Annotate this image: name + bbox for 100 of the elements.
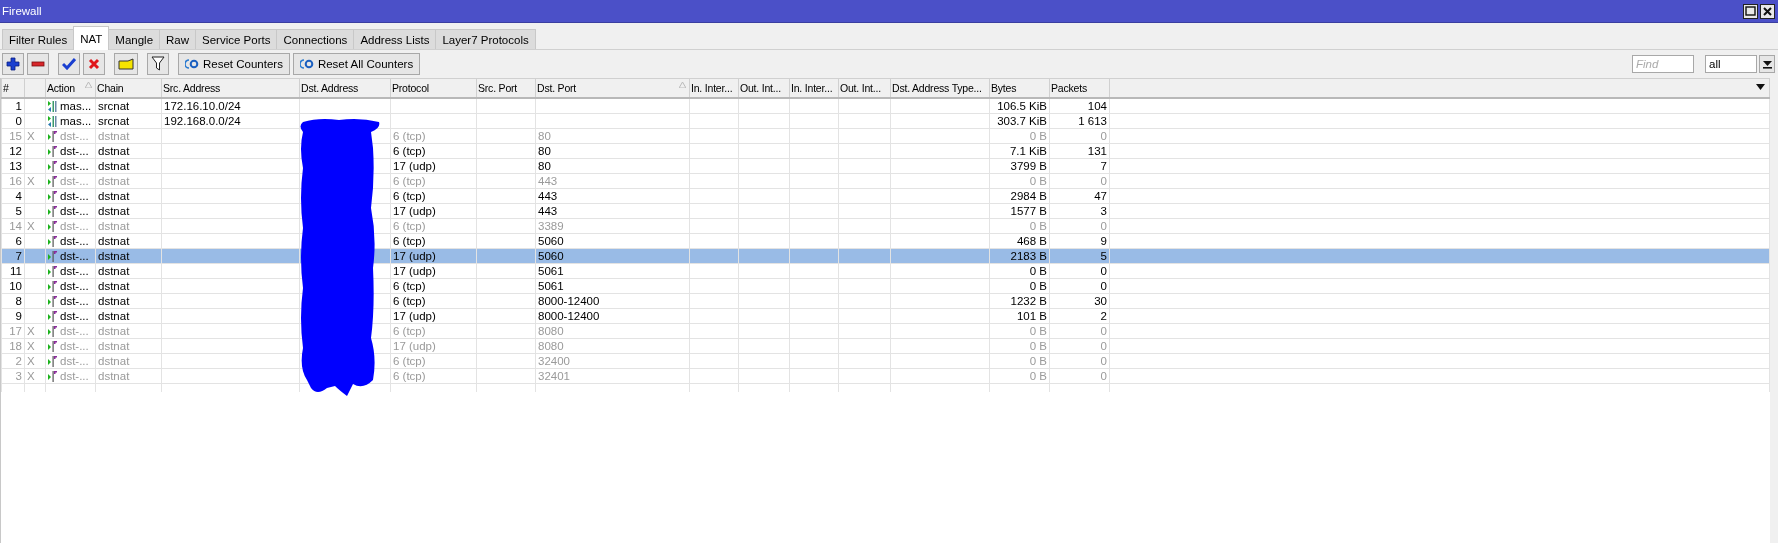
- add-button[interactable]: [2, 53, 24, 75]
- disabled-label: X: [27, 340, 35, 352]
- add-icon: [6, 57, 20, 71]
- enable-button[interactable]: [58, 53, 80, 75]
- chain-text: dstnat: [98, 205, 130, 217]
- close-button[interactable]: [1760, 3, 1775, 19]
- packets-text: 0: [1100, 130, 1107, 142]
- chain-text: dstnat: [98, 325, 130, 337]
- packets-text: 0: [1100, 370, 1107, 382]
- tab[interactable]: Layer7 Protocols: [435, 29, 536, 49]
- filter-button[interactable]: [147, 53, 169, 75]
- protocol-text: 6 (tcp): [393, 130, 426, 142]
- action-text: dst-...: [60, 129, 89, 143]
- dstnat-icon: [48, 325, 57, 337]
- packets-text: 131: [1087, 145, 1107, 157]
- packets-text: 3: [1100, 205, 1107, 217]
- rule-number: 13: [9, 160, 22, 172]
- tab[interactable]: Address Lists: [353, 29, 437, 49]
- column-header[interactable]: In. Inter...: [689, 78, 739, 98]
- rule-number: 6: [15, 235, 22, 247]
- chain-text: dstnat: [98, 175, 130, 187]
- column-header[interactable]: Packets: [1049, 78, 1110, 98]
- chain-text: dstnat: [98, 220, 130, 232]
- rule-number: 12: [9, 145, 22, 157]
- column-header[interactable]: Protocol: [390, 78, 477, 98]
- address-text: 172.16.10.0/24: [164, 100, 241, 112]
- chain-text: dstnat: [98, 280, 130, 292]
- filter-icon: [151, 56, 165, 72]
- reset-counters-button[interactable]: Reset All Counters: [292, 53, 421, 75]
- bytes-text: 0 B: [1029, 355, 1047, 367]
- packets-text: 30: [1094, 295, 1107, 307]
- action-text: dst-...: [60, 159, 89, 173]
- masquerade-icon: [48, 115, 57, 127]
- dropdown-button[interactable]: [1759, 55, 1775, 73]
- chain-text: dstnat: [98, 250, 130, 262]
- maximize-icon: [1745, 6, 1756, 16]
- bytes-text: 0 B: [1029, 175, 1047, 187]
- reset-counters-button[interactable]: Reset Counters: [178, 53, 290, 75]
- packets-text: 0: [1100, 220, 1107, 232]
- remove-button[interactable]: [27, 53, 49, 75]
- column-header[interactable]: Dst. Port: [535, 78, 690, 98]
- column-header[interactable]: Bytes: [989, 78, 1050, 98]
- rule-number: 1: [15, 100, 22, 112]
- maximize-button[interactable]: [1743, 3, 1758, 19]
- column-header[interactable]: Action: [45, 78, 96, 98]
- column-header[interactable]: Src. Address: [161, 78, 300, 98]
- disable-button[interactable]: [83, 53, 105, 75]
- remove-icon: [31, 61, 45, 67]
- bytes-text: 0 B: [1029, 325, 1047, 337]
- port-text: 8080: [538, 340, 564, 352]
- action-text: dst-...: [60, 339, 89, 353]
- find-field[interactable]: Find: [1632, 55, 1694, 73]
- tab[interactable]: Raw: [159, 29, 197, 49]
- chain-text: dstnat: [98, 310, 130, 322]
- dstnat-icon: [48, 295, 57, 307]
- bytes-text: 1577 B: [1010, 205, 1047, 217]
- action-text: dst-...: [60, 144, 89, 158]
- bytes-text: 2984 B: [1010, 190, 1047, 202]
- scope-select[interactable]: all: [1705, 55, 1757, 73]
- packets-text: 0: [1100, 325, 1107, 337]
- bytes-text: 0 B: [1029, 130, 1047, 142]
- column-header[interactable]: Dst. Address: [299, 78, 391, 98]
- rule-number: 15: [9, 130, 22, 142]
- close-icon: [1763, 6, 1772, 16]
- column-header[interactable]: Src. Port: [476, 78, 536, 98]
- action-text: dst-...: [60, 174, 89, 188]
- column-header[interactable]: Dst. Address Type...: [890, 78, 990, 98]
- comment-button[interactable]: [114, 53, 138, 75]
- packets-text: 1 613: [1078, 115, 1107, 127]
- tab[interactable]: NAT: [73, 26, 110, 50]
- bytes-text: 106.5 KiB: [997, 100, 1047, 112]
- tab[interactable]: Service Ports: [195, 29, 278, 49]
- chain-text: srcnat: [98, 100, 130, 112]
- disabled-label: X: [27, 370, 35, 382]
- packets-text: 47: [1094, 190, 1107, 202]
- port-text: 80: [538, 160, 551, 172]
- rule-number: 4: [15, 190, 22, 202]
- action-text: dst-...: [60, 324, 89, 338]
- tab[interactable]: Filter Rules: [2, 29, 75, 49]
- dstnat-icon: [48, 310, 57, 322]
- column-header[interactable]: Chain: [95, 78, 162, 98]
- protocol-text: 6 (tcp): [393, 325, 426, 337]
- protocol-text: 17 (udp): [393, 340, 436, 352]
- column-header[interactable]: Out. Int...: [838, 78, 891, 98]
- chain-text: dstnat: [98, 130, 130, 142]
- rule-number: 7: [15, 250, 22, 262]
- column-header[interactable]: Out. Int...: [738, 78, 790, 98]
- tab[interactable]: Connections: [276, 29, 355, 49]
- bytes-text: 101 B: [1016, 310, 1047, 322]
- column-header[interactable]: In. Inter...: [789, 78, 839, 98]
- port-text: 80: [538, 130, 551, 142]
- bytes-text: 3799 B: [1010, 160, 1047, 172]
- chain-text: dstnat: [98, 235, 130, 247]
- chain-text: dstnat: [98, 355, 130, 367]
- column-header[interactable]: #: [1, 78, 25, 98]
- rule-number: 3: [15, 370, 22, 382]
- protocol-text: 17 (udp): [393, 160, 436, 172]
- address-text: 192.168.0.0/24: [164, 115, 241, 127]
- dstnat-icon: [48, 355, 57, 367]
- tab[interactable]: Mangle: [108, 29, 161, 49]
